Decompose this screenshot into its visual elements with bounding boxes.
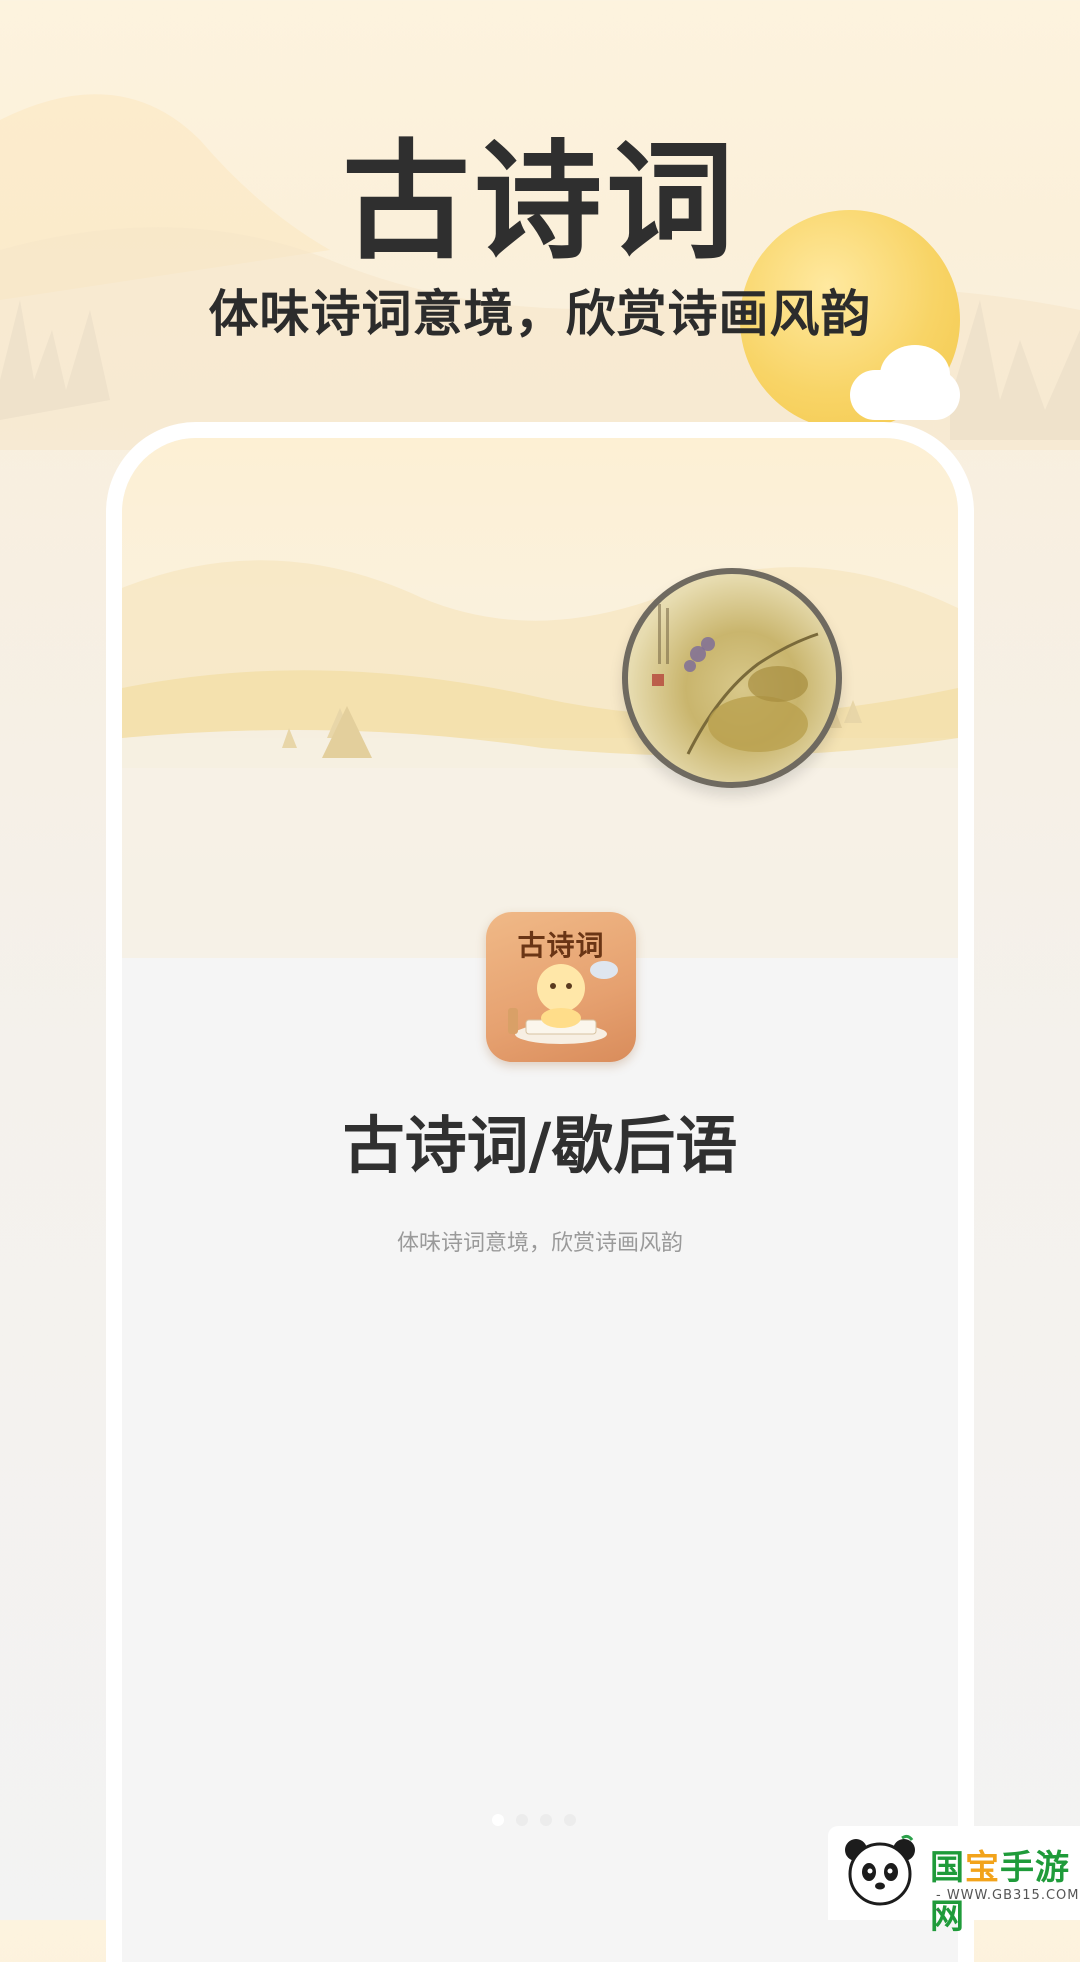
page-dot[interactable] — [516, 1814, 528, 1826]
watermark-url: - WWW.GB315.COM - — [936, 1888, 1080, 1918]
page-indicator — [492, 1814, 576, 1826]
cloud-decoration — [880, 345, 950, 405]
page-dot[interactable] — [564, 1814, 576, 1826]
hero-title: 古诗词 — [341, 128, 738, 277]
app-name: 古诗词/歇后语 — [342, 1109, 738, 1182]
panda-logo-icon — [845, 1834, 915, 1906]
page-dot[interactable] — [492, 1814, 504, 1826]
app-icon: 古诗词 — [486, 912, 636, 1062]
watermark: 国宝手游网 - WWW.GB315.COM - — [828, 1826, 1080, 1937]
round-fan-painting — [622, 568, 842, 788]
app-slogan: 体味诗词意境，欣赏诗画风韵 — [396, 1231, 683, 1256]
page-dot[interactable] — [540, 1814, 552, 1826]
child-reading-icon — [508, 961, 618, 1044]
phone-screen-mockup: 古诗词 古诗词/歇后语 体味诗词意境，欣赏诗画风韵 — [106, 422, 974, 1962]
hero-subtitle: 体味诗词意境，欣赏诗画风韵 — [208, 285, 872, 343]
flower-painting-icon — [652, 604, 819, 755]
